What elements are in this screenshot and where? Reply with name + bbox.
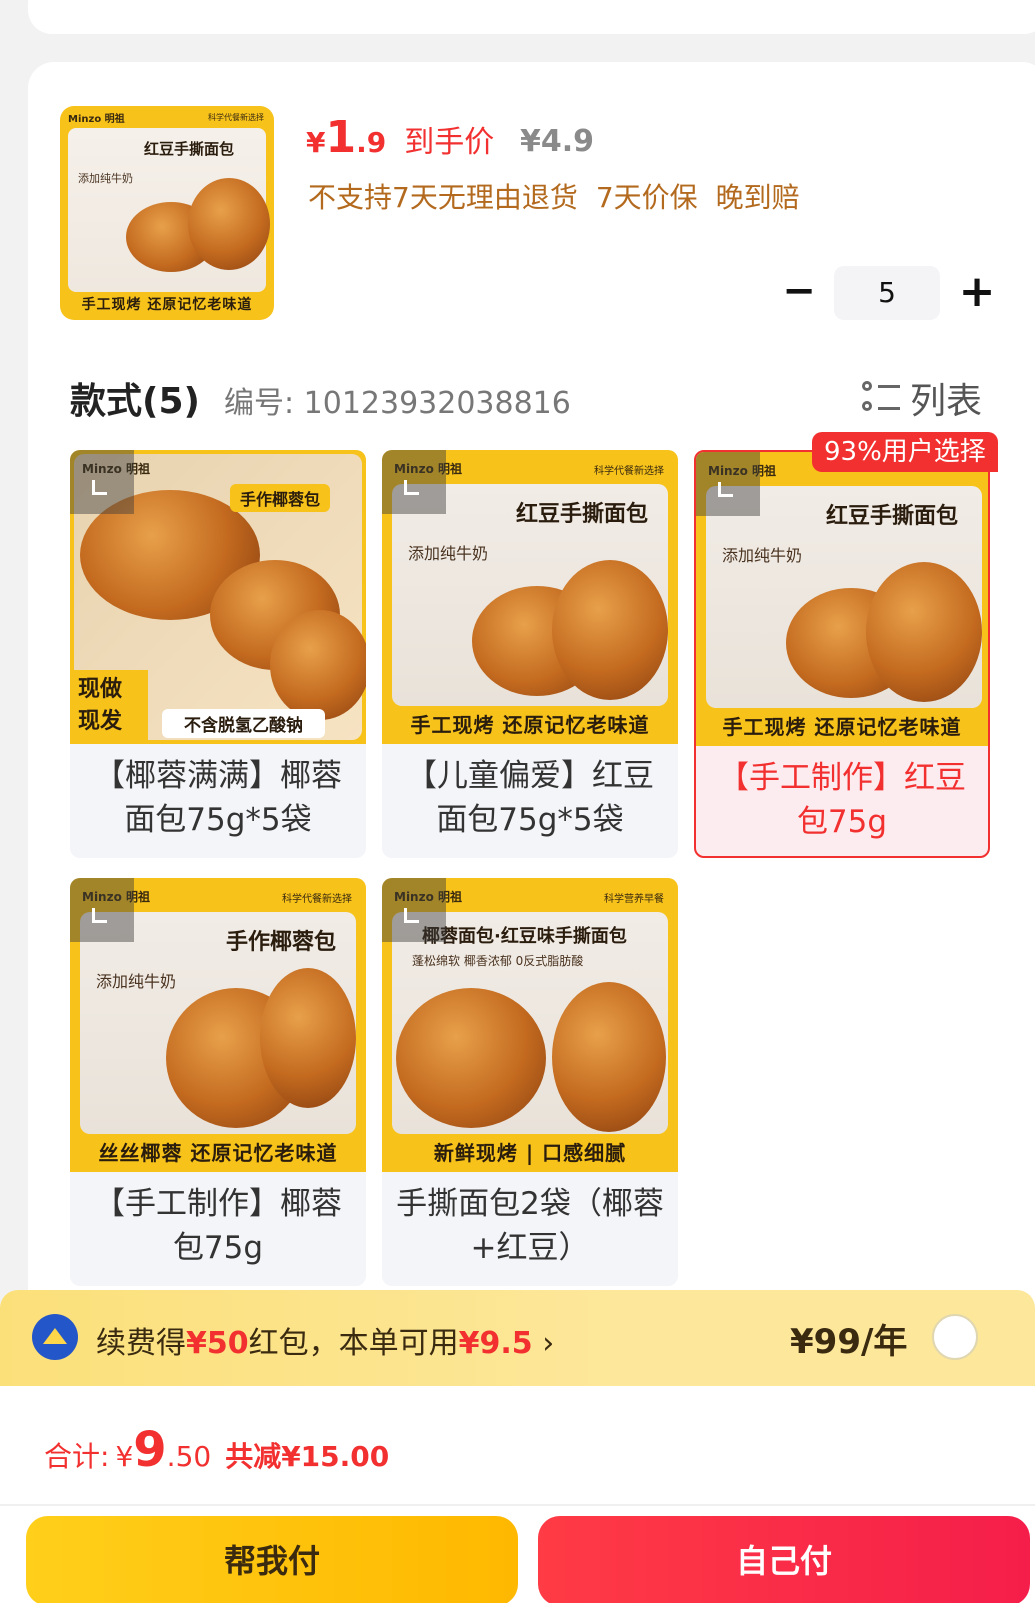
previous-card: [28, 0, 1035, 34]
bread-image: [552, 560, 668, 700]
option-image: Minzo 明祖 手作椰蓉包 现做现发 不含脱氢乙酸钠: [70, 450, 366, 744]
increase-button[interactable]: +: [952, 266, 1002, 320]
option-image-title: 红豆手撕面包: [515, 502, 648, 527]
offer-text-b: 红包，本单可用: [248, 1326, 459, 1361]
expand-icon[interactable]: [696, 452, 760, 516]
membership-radio[interactable]: [932, 1314, 978, 1360]
option-image-sub: 蓬松绵软 椰香浓郁 0反式脂肪酸: [412, 954, 584, 968]
help-pay-button[interactable]: 帮我付: [26, 1516, 518, 1603]
guarantee-list: 不支持7天无理由退货 7天价保 晚到赔: [308, 176, 800, 216]
option-image-title: 手作椰蓉包: [230, 484, 331, 512]
popular-badge: 93%用户选择: [812, 432, 998, 472]
price-label: 到手价: [404, 125, 495, 160]
checkout-footer: 合计: ¥ 9 .50 共减¥15.00 帮我付 自己付: [0, 1386, 1035, 1603]
option-name: 【椰蓉满满】椰蓉面包75g*5袋: [94, 758, 342, 838]
thumb-bottom: 手工现烤 还原记忆老味道: [81, 297, 253, 313]
thumb-slogan: 科学代餐新选择: [208, 113, 264, 122]
option-image-bottom: 新鲜现烤 | 口感细腻: [433, 1141, 627, 1165]
chevron-right-icon: ›: [542, 1326, 555, 1361]
self-pay-button[interactable]: 自己付: [538, 1516, 1030, 1603]
bread-image: [552, 982, 666, 1132]
option-name: 【儿童偏爱】红豆面包75g*5袋: [406, 758, 654, 838]
option-image-bottom: 丝丝椰蓉 还原记忆老味道: [98, 1141, 338, 1165]
option-image-title: 椰蓉面包·红豆味手撕面包: [422, 926, 627, 947]
divider: [0, 1504, 1035, 1506]
offer-amount: ¥50: [186, 1326, 249, 1361]
style-option-selected[interactable]: Minzo 明祖 红豆手撕面包 添加纯牛奶 手工现烤 还原记忆老味道 【手工制作…: [694, 450, 990, 858]
fresh-made-label: 现做现发: [70, 670, 148, 744]
product-code: 编号: 10123932038816: [224, 386, 571, 421]
crown-icon: [32, 1314, 78, 1360]
total-currency: ¥: [115, 1440, 134, 1473]
membership-offer-bar[interactable]: 续费得¥50红包，本单可用¥9.5 › ¥99/年: [0, 1290, 1035, 1386]
price-decimal: .9: [356, 126, 387, 159]
membership-fee: ¥99/年: [790, 1322, 908, 1362]
total-integer: 9: [133, 1422, 167, 1478]
option-image: Minzo 明祖 科学代餐新选择 红豆手撕面包 添加纯牛奶 手工现烤 还原记忆老…: [382, 450, 678, 744]
bread-image: [260, 968, 356, 1108]
product-thumbnail[interactable]: Minzo 明祖 科学代餐新选择 红豆手撕面包 添加纯牛奶 手工现烤 还原记忆老…: [60, 106, 274, 320]
deal-price: ¥ 1 .9 到手价: [306, 112, 494, 163]
option-image-title: 手作椰蓉包: [225, 930, 336, 955]
option-image-sub: 添加纯牛奶: [408, 544, 489, 563]
expand-icon[interactable]: [382, 878, 446, 942]
option-slogan: 科学代餐新选择: [594, 466, 664, 477]
option-image-sub: 添加纯牛奶: [96, 972, 177, 991]
style-option[interactable]: Minzo 明祖 科学代餐新选择 手作椰蓉包 添加纯牛奶 丝丝椰蓉 还原记忆老味…: [70, 878, 366, 1286]
option-slogan: 科学营养早餐: [604, 894, 664, 905]
total-decimal: .50: [166, 1440, 212, 1473]
list-view-label: 列表: [910, 381, 983, 422]
total-savings: 共减¥15.00: [225, 1440, 390, 1473]
original-price: ¥4.9: [520, 124, 595, 159]
expand-icon[interactable]: [70, 450, 134, 514]
guarantee-item: 7天价保: [595, 181, 698, 214]
list-icon: [862, 379, 900, 417]
bread-image: [866, 562, 982, 702]
option-image: Minzo 明祖 红豆手撕面包 添加纯牛奶 手工现烤 还原记忆老味道: [696, 452, 988, 746]
offer-text-a: 续费得: [96, 1326, 186, 1361]
expand-icon[interactable]: [382, 450, 446, 514]
thumb-brand: Minzo 明祖: [68, 114, 125, 125]
option-image-bottom: 手工现烤 还原记忆老味道: [410, 713, 650, 737]
style-option[interactable]: Minzo 明祖 科学营养早餐 椰蓉面包·红豆味手撕面包 蓬松绵软 椰香浓郁 0…: [382, 878, 678, 1286]
decrease-button[interactable]: −: [776, 266, 822, 320]
membership-offer-text: 续费得¥50红包，本单可用¥9.5 ›: [96, 1318, 554, 1362]
option-name: 【手工制作】红豆包75g: [718, 760, 966, 840]
order-total: 合计: ¥ 9 .50 共减¥15.00: [44, 1422, 389, 1478]
style-section-title: 款式(5): [70, 381, 200, 422]
quantity-stepper: − 5 +: [776, 266, 1006, 320]
option-image-bottom: 手工现烤 还原记忆老味道: [722, 715, 962, 739]
option-name: 【手工制作】椰蓉包75g: [94, 1186, 342, 1266]
total-label: 合计:: [44, 1440, 110, 1473]
bread-image: [188, 178, 270, 270]
style-option[interactable]: Minzo 明祖 科学代餐新选择 红豆手撕面包 添加纯牛奶 手工现烤 还原记忆老…: [382, 450, 678, 858]
option-image: Minzo 明祖 科学代餐新选择 手作椰蓉包 添加纯牛奶 丝丝椰蓉 还原记忆老味…: [70, 878, 366, 1172]
bread-image: [270, 610, 366, 720]
guarantee-item: 晚到赔: [715, 181, 800, 214]
quantity-field[interactable]: 5: [834, 266, 940, 320]
expand-icon[interactable]: [70, 878, 134, 942]
option-image-sub: 添加纯牛奶: [722, 546, 803, 565]
option-image: Minzo 明祖 科学营养早餐 椰蓉面包·红豆味手撕面包 蓬松绵软 椰香浓郁 0…: [382, 878, 678, 1172]
price-currency: ¥: [306, 126, 326, 159]
option-image-title: 红豆手撕面包: [825, 504, 958, 529]
option-name: 手撕面包2袋（椰蓉+红豆）: [396, 1186, 664, 1266]
offer-usable: ¥9.5: [458, 1326, 533, 1361]
no-additive-label: 不含脱氢乙酸钠: [162, 709, 325, 738]
thumb-sub: 添加纯牛奶: [78, 172, 133, 185]
thumb-title: 红豆手撕面包: [144, 140, 235, 158]
price-integer: 1: [325, 112, 357, 163]
guarantee-item: 不支持7天无理由退货: [308, 181, 578, 214]
option-slogan: 科学代餐新选择: [282, 894, 352, 905]
bread-image: [396, 988, 546, 1128]
style-option[interactable]: Minzo 明祖 手作椰蓉包 现做现发 不含脱氢乙酸钠 【椰蓉满满】椰蓉面包75…: [70, 450, 366, 858]
list-view-toggle[interactable]: 列表: [862, 372, 982, 424]
